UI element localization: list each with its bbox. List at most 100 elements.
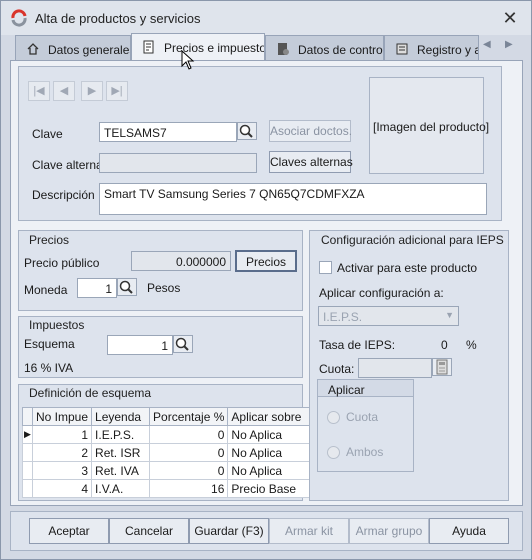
- tab-label: Datos de control: [298, 43, 384, 57]
- moneda-input[interactable]: 1: [77, 278, 117, 298]
- table-row[interactable]: 3 Ret. IVA 0 No Aplica: [22, 461, 315, 480]
- cuota-radio-label: Cuota: [346, 410, 379, 424]
- precio-publico-label: Precio público: [24, 256, 100, 270]
- moneda-name: Pesos: [147, 281, 181, 295]
- table-cell: Ret. ISR: [91, 443, 151, 462]
- cuota-label: Cuota:: [319, 362, 355, 376]
- descripcion-input[interactable]: Smart TV Samsung Series 7 QN65Q7CDMFXZA: [99, 183, 487, 215]
- row-selector-icon: ▶: [22, 425, 33, 444]
- last-record-icon[interactable]: ▶|: [106, 81, 128, 101]
- table-cell: 4: [31, 479, 93, 498]
- tasa-ieps-value: 0: [441, 338, 448, 352]
- prev-record-icon[interactable]: ◀: [53, 81, 75, 101]
- first-record-icon[interactable]: |◀: [28, 81, 50, 101]
- tab-datos-control[interactable]: Datos de control: [265, 35, 384, 61]
- column-header[interactable]: Porcentaje %: [149, 407, 229, 426]
- impuestos-title: Impuestos: [29, 318, 85, 332]
- calculator-icon[interactable]: [432, 358, 452, 376]
- descripcion-label: Descripción: [32, 188, 95, 202]
- esquema-description: 16 % IVA: [24, 361, 74, 375]
- tab-scroll-right-icon[interactable]: ▶: [505, 39, 513, 50]
- mouse-cursor-icon: [181, 50, 195, 70]
- next-record-icon[interactable]: ▶: [81, 81, 103, 101]
- cuota-radio[interactable]: [327, 411, 340, 424]
- column-header[interactable]: Leyenda: [91, 407, 151, 426]
- table-cell: I.V.A.: [91, 479, 151, 498]
- aplicar-config-label: Aplicar configuración a:: [319, 286, 444, 300]
- row-selector: [22, 461, 33, 480]
- table-row[interactable]: 4 I.V.A. 16 Precio Base: [22, 479, 315, 498]
- esquema-input[interactable]: 1: [107, 335, 173, 355]
- cuota-input[interactable]: [358, 358, 432, 378]
- chevron-down-icon: ▼: [445, 310, 454, 320]
- esquema-table[interactable]: No Impue Leyenda Porcentaje % Aplicar so…: [22, 407, 315, 498]
- armar-kit-button[interactable]: Armar kit: [269, 518, 349, 544]
- definicion-title: Definición de esquema: [29, 386, 152, 400]
- table-cell: 2: [31, 443, 93, 462]
- clave-alterna-input[interactable]: [99, 153, 257, 173]
- table-row[interactable]: ▶ 1 I.E.P.S. 0 No Aplica: [22, 425, 315, 444]
- window-title: Alta de productos y servicios: [35, 11, 201, 26]
- title-bar: Alta de productos y servicios ✕: [1, 1, 531, 35]
- table-header-row: No Impue Leyenda Porcentaje % Aplicar so…: [22, 407, 315, 426]
- tab-precios-impuestos[interactable]: Precios e impuestos: [131, 33, 265, 61]
- cancelar-button[interactable]: Cancelar: [109, 518, 189, 544]
- close-icon[interactable]: ✕: [497, 7, 523, 29]
- table-cell: Precio Base: [227, 479, 315, 498]
- tab-label: Precios e impuestos: [164, 41, 265, 55]
- asociar-doctos-button[interactable]: Asociar doctos.: [269, 120, 352, 142]
- precios-title: Precios: [29, 233, 70, 247]
- table-cell: Ret. IVA: [91, 461, 151, 480]
- clave-input[interactable]: TELSAMS7: [99, 122, 237, 142]
- aplicar-group: Aplicar Cuota Ambos: [317, 379, 414, 472]
- moneda-search-icon[interactable]: [117, 278, 137, 296]
- table-cell: I.E.P.S.: [91, 425, 151, 444]
- table-cell: 1: [31, 425, 93, 444]
- window: Alta de productos y servicios ✕ Datos ge…: [0, 0, 532, 560]
- tab-scroll-left-icon[interactable]: ◀: [483, 39, 491, 50]
- table-cell: 0: [149, 425, 229, 444]
- table-cell: 3: [31, 461, 93, 480]
- row-selector: [22, 479, 33, 498]
- aplicar-config-value: I.E.P.S.: [323, 310, 363, 324]
- ieps-title: Configuración adicional para IEPS: [321, 233, 504, 247]
- claves-alternas-button[interactable]: Claves alternas: [269, 151, 353, 173]
- tab-scroll[interactable]: ◀ ▶: [479, 37, 523, 57]
- row-selector-header: [22, 407, 33, 426]
- document-icon: [143, 40, 154, 54]
- table-cell: 0: [149, 443, 229, 462]
- aplicar-config-select[interactable]: I.E.P.S. ▼: [318, 306, 459, 326]
- column-header[interactable]: Aplicar sobre: [227, 407, 315, 426]
- tab-label: Datos generales: [48, 43, 131, 57]
- ambos-radio-label: Ambos: [346, 445, 384, 459]
- clave-alterna-label: Clave alterna: [32, 158, 103, 172]
- tab-registro[interactable]: Registro y ac: [384, 35, 479, 61]
- precios-button[interactable]: Precios: [235, 250, 297, 272]
- esquema-label: Esquema: [24, 337, 75, 351]
- search-icon[interactable]: [237, 122, 257, 140]
- table-cell: 0: [149, 461, 229, 480]
- moneda-label: Moneda: [24, 283, 68, 297]
- ambos-radio[interactable]: [327, 446, 340, 459]
- armar-grupo-button[interactable]: Armar grupo: [349, 518, 429, 544]
- aceptar-button[interactable]: Aceptar: [29, 518, 109, 544]
- activar-label: Activar para este producto: [337, 261, 478, 275]
- row-selector: [22, 443, 33, 462]
- column-header[interactable]: No Impue: [31, 407, 93, 426]
- ayuda-button[interactable]: Ayuda: [429, 518, 509, 544]
- table-cell: No Aplica: [227, 443, 315, 462]
- guardar-button[interactable]: Guardar (F3): [189, 518, 269, 544]
- table-row[interactable]: 2 Ret. ISR 0 No Aplica: [22, 443, 315, 462]
- app-icon: [11, 9, 27, 27]
- clave-label: Clave: [32, 127, 63, 141]
- precio-publico-input[interactable]: 0.000000: [131, 251, 231, 271]
- table-cell: No Aplica: [227, 461, 315, 480]
- esquema-search-icon[interactable]: [173, 335, 193, 353]
- tab-datos-generales[interactable]: Datos generales: [15, 35, 131, 61]
- activar-checkbox[interactable]: [319, 261, 332, 274]
- product-image[interactable]: [Imagen del producto]: [369, 77, 489, 174]
- aplicar-group-title: Aplicar: [328, 383, 365, 397]
- tab-label: Registro y ac: [417, 43, 478, 57]
- tasa-ieps-label: Tasa de IEPS:: [319, 338, 396, 352]
- control-icon: [278, 43, 289, 55]
